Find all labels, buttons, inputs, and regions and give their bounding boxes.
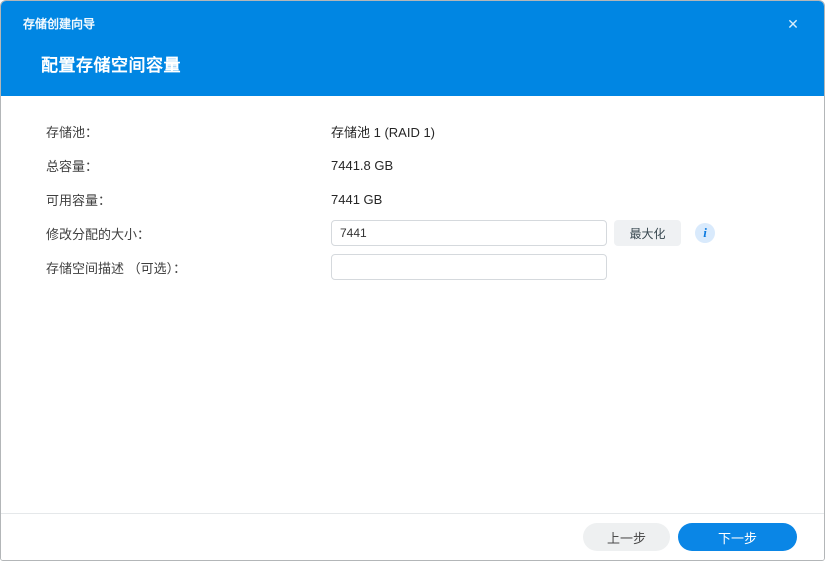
allocated-size-row: 修改分配的大小： 最大化 i bbox=[1, 216, 824, 250]
step-title: 配置存储空间容量 bbox=[41, 56, 181, 75]
dialog-body: 存储池： 存储池 1 (RAID 1) 总容量： 7441.8 GB 可用容量：… bbox=[1, 97, 824, 512]
allocated-size-label: 修改分配的大小： bbox=[46, 226, 151, 242]
storage-pool-value: 存储池 1 (RAID 1) bbox=[331, 124, 436, 140]
storage-pool-row: 存储池： 存储池 1 (RAID 1) bbox=[1, 114, 824, 148]
maximize-button[interactable]: 最大化 bbox=[614, 220, 681, 246]
close-icon[interactable]: ✕ bbox=[782, 13, 804, 35]
storage-pool-label: 存储池： bbox=[46, 124, 99, 140]
total-capacity-row: 总容量： 7441.8 GB bbox=[1, 148, 824, 182]
description-input[interactable] bbox=[331, 254, 607, 280]
available-capacity-value: 7441 GB bbox=[331, 191, 383, 207]
allocated-size-input[interactable] bbox=[331, 220, 607, 246]
total-capacity-label: 总容量： bbox=[46, 158, 99, 174]
description-label: 存储空间描述 （可选）： bbox=[46, 260, 187, 276]
dialog-title: 存储创建向导 bbox=[23, 17, 96, 31]
total-capacity-value: 7441.8 GB bbox=[331, 157, 394, 173]
dialog-footer: 上一步 下一步 bbox=[1, 513, 824, 560]
dialog-header: 存储创建向导 ✕ 配置存储空间容量 bbox=[1, 1, 824, 96]
available-capacity-label: 可用容量： bbox=[46, 192, 112, 208]
back-button[interactable]: 上一步 bbox=[582, 523, 670, 551]
info-icon[interactable]: i bbox=[695, 223, 715, 243]
available-capacity-row: 可用容量： 7441 GB bbox=[1, 182, 824, 216]
storage-creation-wizard-dialog: 存储创建向导 ✕ 配置存储空间容量 存储池： 存储池 1 (RAID 1) 总容… bbox=[0, 0, 825, 561]
next-button[interactable]: 下一步 bbox=[677, 523, 797, 551]
description-row: 存储空间描述 （可选）： bbox=[1, 250, 824, 284]
